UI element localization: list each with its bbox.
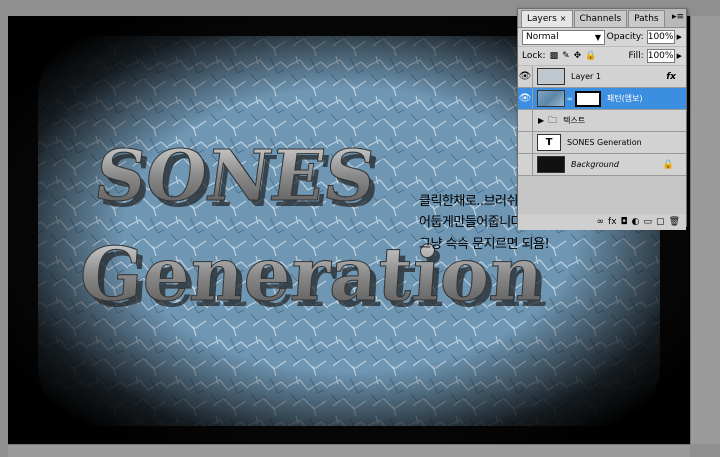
lock-row: Lock: ▩ ✎ ✥ 🔒 Fill: 100% ▶ — [518, 47, 686, 66]
mask-icon[interactable]: ◘ — [621, 217, 628, 227]
layer-row-pattern[interactable]: 👁 ∞ 패턴(엠보) — [518, 88, 686, 110]
layer-thumbnail — [537, 68, 565, 85]
layers-panel: Layers × Channels Paths ▸≡ Normal ▼ Opacit… — [517, 8, 687, 230]
expand-arrow-icon[interactable]: ▶ — [538, 116, 544, 125]
eye-icon[interactable]: 👁 — [518, 88, 533, 109]
layers-list: 👁 Layer 1 fx 👁 ∞ 패턴(엠보) ▶ 🗀 텍스트 T SONES … — [518, 66, 686, 176]
fx-icon[interactable]: fx — [608, 217, 617, 227]
panel-tabs: Layers × Channels Paths ▸≡ — [518, 9, 686, 28]
chevron-down-icon: ▼ — [594, 32, 601, 42]
visibility-toggle[interactable] — [518, 110, 533, 131]
opacity-input[interactable]: 100% — [646, 30, 675, 44]
layer-name: 패턴(엠보) — [606, 94, 643, 103]
annotation-line3: 그냥 슥슥 문지르면 되욤! — [419, 237, 550, 252]
layer-thumbnail — [537, 90, 565, 107]
link-icon[interactable]: ∞ — [597, 217, 605, 227]
layer-row-text[interactable]: T SONES Generation — [518, 132, 686, 154]
layer-mask-thumbnail[interactable] — [574, 90, 601, 107]
layer-name: SONES Generation — [567, 138, 642, 147]
layer-row-group[interactable]: ▶ 🗀 텍스트 — [518, 110, 686, 132]
opacity-dropdown-icon[interactable]: ▶ — [677, 33, 682, 41]
lock-label: Lock: — [522, 51, 546, 61]
chain-link-icon[interactable]: ∞ — [567, 95, 573, 103]
layer-name: 텍스트 — [563, 116, 586, 125]
new-layer-icon[interactable]: ▢ — [656, 217, 665, 227]
panel-footer: ∞ fx ◘ ◐ ▭ ▢ 🗑 — [518, 214, 686, 230]
tab-channels[interactable]: Channels — [573, 10, 628, 27]
lock-position-icon[interactable]: ✥ — [574, 51, 582, 61]
layer-row-background[interactable]: Background 🔒 — [518, 154, 686, 176]
layer-name: Background — [571, 160, 619, 169]
adjustment-icon[interactable]: ◐ — [632, 217, 640, 227]
layer-thumbnail — [537, 156, 565, 173]
eye-icon[interactable]: 👁 — [518, 66, 533, 87]
close-icon[interactable]: × — [560, 14, 567, 23]
layer-row-layer1[interactable]: 👁 Layer 1 fx — [518, 66, 686, 88]
opacity-label: Opacity: — [606, 32, 644, 42]
lock-transparent-icon[interactable]: ▩ — [550, 51, 559, 61]
canvas-title-line1: SONES — [90, 134, 381, 217]
panel-menu-icon[interactable]: ▸≡ — [672, 12, 684, 22]
text-layer-icon: T — [537, 134, 561, 151]
blend-mode-select[interactable]: Normal ▼ — [522, 29, 605, 45]
horizontal-scrollbar[interactable] — [8, 444, 690, 457]
tab-paths[interactable]: Paths — [628, 10, 665, 27]
folder-icon[interactable]: ▭ — [644, 217, 653, 227]
annotation-line2: 어둡게만들어줍니다 — [419, 215, 523, 230]
vertical-scrollbar[interactable] — [690, 16, 720, 444]
lock-all-icon[interactable]: 🔒 — [585, 51, 596, 61]
fill-label: Fill: — [628, 51, 644, 61]
fill-input[interactable]: 100% — [646, 49, 675, 63]
lock-icon: 🔒 — [662, 159, 674, 170]
fx-icon[interactable]: fx — [666, 72, 676, 82]
layers-empty-area — [518, 176, 686, 214]
trash-icon[interactable]: 🗑 — [669, 217, 680, 227]
blend-row: Normal ▼ Opacity: 100% ▶ — [518, 28, 686, 47]
folder-icon: 🗀 — [548, 115, 558, 126]
visibility-toggle[interactable] — [518, 132, 533, 153]
lock-image-icon[interactable]: ✎ — [562, 51, 570, 61]
visibility-toggle[interactable] — [518, 154, 533, 175]
fill-dropdown-icon[interactable]: ▶ — [677, 52, 682, 60]
tab-layers[interactable]: Layers × — [521, 10, 573, 27]
layer-name: Layer 1 — [571, 72, 601, 81]
